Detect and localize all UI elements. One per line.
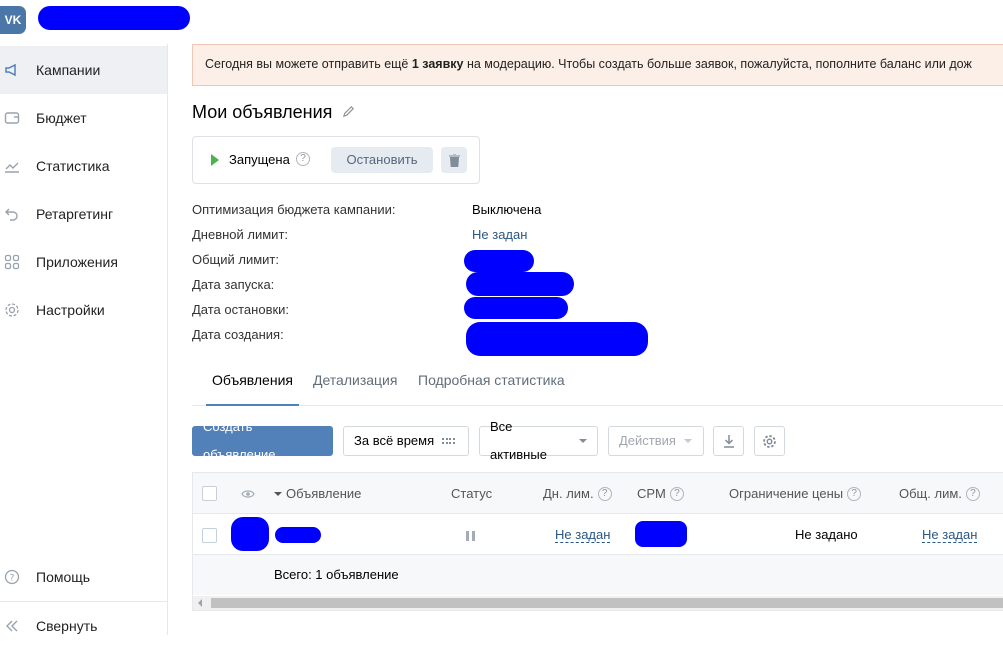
campaign-status-card: Запущена ? Остановить — [192, 136, 480, 184]
redacted-created-date — [466, 322, 648, 356]
daily-limit-link[interactable]: Не задан — [472, 227, 527, 242]
sidebar-item-label: Помощь — [36, 569, 91, 585]
table-total: Всего: 1 объявление — [274, 567, 399, 582]
sidebar-item-label: Приложения — [36, 254, 118, 270]
status-label: Запущена — [229, 152, 290, 167]
download-button[interactable] — [713, 426, 744, 456]
chevron-down-icon — [579, 439, 587, 443]
svg-text:?: ? — [10, 574, 15, 584]
pencil-icon[interactable] — [342, 105, 355, 121]
undo-arrow-icon — [0, 206, 36, 222]
sidebar-item-label: Ретаргетинг — [36, 206, 114, 222]
horizontal-scrollbar[interactable] — [193, 596, 1003, 610]
sidebar-item-budget[interactable]: Бюджет — [0, 94, 167, 142]
table-header: Объявление Статус Дн. лим.? CPM? Огранич… — [193, 473, 1003, 514]
apps-grid-icon — [0, 254, 36, 270]
calendar-grid-icon — [442, 438, 455, 444]
tab-detailed-stats[interactable]: Подробная статистика — [418, 362, 565, 406]
top-bar: VK — [0, 0, 1003, 44]
download-icon — [723, 435, 734, 448]
vk-logo[interactable]: VK — [0, 6, 26, 34]
prop-label-total-limit: Общий лимит: — [192, 252, 280, 267]
wallet-icon — [0, 110, 36, 126]
row-price-limit: Не задано — [795, 527, 858, 542]
sidebar-item-label: Свернуть — [36, 618, 98, 634]
redacted-stop-date — [464, 297, 568, 319]
sidebar-item-campaigns[interactable]: Кампании — [0, 46, 167, 94]
col-cpm[interactable]: CPM? — [637, 486, 684, 501]
prop-label-daily-limit: Дневной лимит: — [192, 227, 289, 242]
col-status[interactable]: Статус — [451, 486, 492, 501]
play-icon — [211, 154, 219, 166]
actions-select[interactable]: Действия — [608, 426, 704, 456]
chevron-down-icon — [683, 439, 692, 443]
create-ad-button[interactable]: Создать объявление — [192, 419, 333, 462]
sidebar-item-apps[interactable]: Приложения — [0, 238, 167, 286]
row-checkbox[interactable] — [202, 528, 217, 543]
table-settings-button[interactable] — [754, 426, 785, 456]
delete-button[interactable] — [441, 147, 467, 173]
sidebar-item-statistics[interactable]: Статистика — [0, 142, 167, 190]
sidebar-item-label: Статистика — [36, 158, 110, 174]
tab-ads[interactable]: Объявления — [206, 362, 299, 406]
sidebar-item-label: Кампании — [36, 62, 101, 78]
sort-down-icon — [274, 491, 282, 496]
table-footer: Всего: 1 объявление — [193, 555, 1003, 595]
help-icon[interactable]: ? — [597, 486, 612, 501]
redacted-account-name — [38, 6, 190, 30]
scrollbar-thumb[interactable] — [211, 598, 1003, 608]
sidebar-item-label: Бюджет — [36, 110, 87, 126]
tabs-bar: Объявления Детализация Подробная статист… — [192, 362, 1003, 406]
help-icon[interactable]: ? — [965, 486, 980, 501]
prop-label-launch-date: Дата запуска: — [192, 277, 275, 292]
redacted-launch-date — [466, 272, 574, 296]
pause-icon[interactable] — [466, 529, 475, 544]
moderation-notice: Сегодня вы можете отправить ещё 1 заявку… — [192, 44, 1003, 86]
help-icon[interactable]: ? — [669, 486, 684, 501]
stop-button[interactable]: Остановить — [331, 147, 433, 173]
redacted-ad-name — [275, 527, 321, 543]
col-price-limit[interactable]: Ограничение цены? — [729, 486, 862, 501]
sidebar-item-retargeting[interactable]: Ретаргетинг — [0, 190, 167, 238]
select-all-checkbox[interactable] — [202, 486, 217, 501]
gear-icon — [763, 434, 776, 448]
col-total-limit[interactable]: Общ. лим.? — [899, 486, 980, 501]
col-daily-limit[interactable]: Дн. лим.? — [543, 486, 612, 501]
redacted-cpm-value — [635, 521, 687, 547]
prop-label-created-date: Дата создания: — [192, 327, 284, 342]
row-daily-limit-link[interactable]: Не задан — [555, 527, 611, 543]
sidebar-item-help[interactable]: ? Помощь — [0, 553, 167, 601]
sidebar: Кампании Бюджет Статистика Ретаргетинг П… — [0, 44, 168, 635]
chart-line-icon — [0, 158, 36, 174]
sidebar-collapse-button[interactable]: Свернуть — [0, 602, 167, 650]
double-chevron-left-icon — [0, 618, 36, 634]
status-filter-select[interactable]: Все активные — [479, 419, 598, 462]
period-select[interactable]: За всё время — [343, 426, 469, 456]
help-icon[interactable]: ? — [296, 152, 310, 166]
col-ad[interactable]: Объявление — [274, 486, 361, 501]
ads-table: Объявление Статус Дн. лим.? CPM? Огранич… — [192, 472, 1003, 611]
prop-label-budget-optimization: Оптимизация бюджета кампании: — [192, 202, 396, 217]
gear-icon — [0, 302, 36, 318]
table-row: Не задан Не задано Не задан — [193, 515, 1003, 555]
megaphone-icon — [0, 62, 36, 78]
prop-label-stop-date: Дата остановки: — [192, 302, 290, 317]
page-title: Мои объявления — [192, 102, 355, 123]
scroll-left-arrow[interactable] — [198, 599, 202, 607]
help-icon[interactable]: ? — [847, 486, 862, 501]
sidebar-item-label: Настройки — [36, 302, 105, 318]
redacted-total-limit — [464, 250, 534, 272]
help-icon: ? — [0, 569, 36, 585]
row-total-limit-link[interactable]: Не задан — [922, 527, 978, 543]
sidebar-item-settings[interactable]: Настройки — [0, 286, 167, 334]
trash-icon — [448, 153, 460, 167]
eye-icon[interactable] — [241, 487, 255, 502]
tab-details[interactable]: Детализация — [313, 362, 397, 406]
redacted-ad-thumbnail — [231, 517, 269, 551]
prop-value-budget-optimization: Выключена — [472, 202, 542, 217]
